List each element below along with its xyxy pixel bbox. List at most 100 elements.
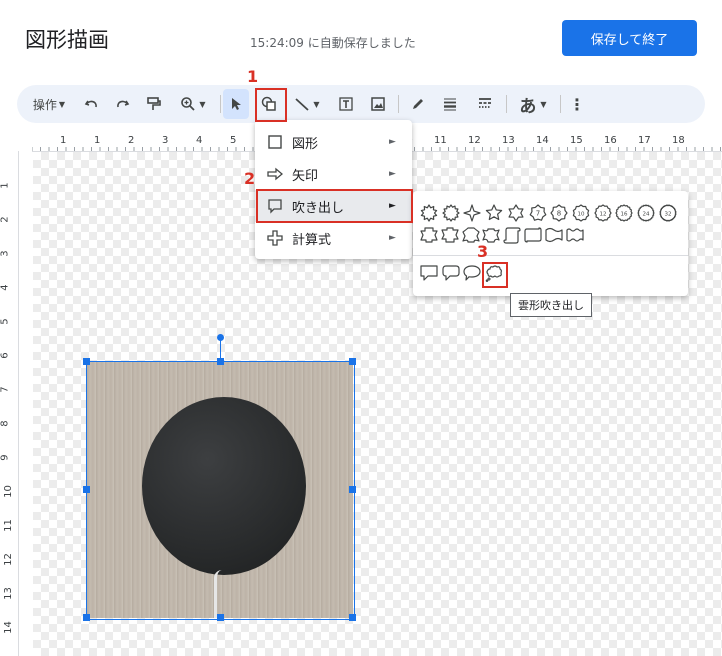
ruler-tick-label: 14 (536, 135, 549, 146)
rectangular-callout-icon[interactable] (420, 264, 438, 282)
menu-item-equation[interactable]: 計算式 ► (255, 222, 412, 254)
star-4-icon[interactable] (463, 204, 481, 222)
resize-handle-left[interactable] (83, 486, 90, 493)
ruler-tick-label: 3 (0, 250, 11, 257)
step-number-2: 2 (244, 169, 256, 188)
ruler-tick-label: 1 (0, 182, 11, 189)
arrow-icon (267, 167, 283, 181)
line-dash-icon[interactable] (472, 85, 498, 123)
oval-callout-icon[interactable] (463, 264, 481, 282)
dropdown-arrow-icon: ▼ (58, 99, 66, 109)
svg-text:8: 8 (557, 210, 561, 218)
resize-handle-right[interactable] (349, 486, 356, 493)
ruler-tick-label: 17 (638, 135, 651, 146)
resize-handle-top-left[interactable] (83, 358, 90, 365)
autosave-status: 15:24:09 に自動保存しました (250, 36, 416, 50)
ruler-tick-label: 18 (672, 135, 685, 146)
star-6-icon[interactable] (507, 204, 525, 222)
ruler-tick-label: 7 (0, 386, 11, 393)
square-icon (268, 135, 282, 149)
ruler-tick-label: 16 (604, 135, 617, 146)
star-8-icon[interactable]: 8 (550, 204, 568, 222)
divider (560, 95, 561, 113)
double-wave-icon[interactable] (565, 226, 584, 244)
ruler-tick-label: 9 (0, 454, 11, 461)
ruler-tick-label: 3 (162, 135, 169, 146)
tooltip: 雲形吹き出し (510, 293, 592, 317)
resize-handle-bottom-left[interactable] (83, 614, 90, 621)
submenu-arrow-icon: ► (389, 169, 396, 179)
ruler-tick-label: 2 (0, 216, 11, 223)
toolbar: 操作 ▼ ▼ ▼ あ ▼ ⋮ (17, 85, 705, 123)
svg-text:12: 12 (599, 212, 606, 218)
ruler-tick-label: 13 (502, 135, 515, 146)
resize-handle-bottom[interactable] (217, 614, 224, 621)
selection-box (86, 361, 355, 620)
ruler-tick-label: 15 (570, 135, 583, 146)
menu-item-arrows[interactable]: 矢印 ► (255, 158, 412, 190)
svg-text:10: 10 (577, 212, 584, 218)
text-style-label: あ (519, 96, 537, 117)
dropdown-arrow-icon: ▼ (540, 99, 547, 109)
explosion-2-icon[interactable] (442, 204, 460, 222)
explosion-1-icon[interactable] (420, 204, 438, 222)
resize-handle-bottom-right[interactable] (349, 614, 356, 621)
star-12-icon[interactable]: 12 (593, 204, 612, 222)
save-and-close-button[interactable]: 保存して終了 (562, 20, 697, 56)
ruler-tick-label: 12 (2, 553, 14, 566)
highlight-box-1 (255, 88, 287, 122)
star-10-icon[interactable]: 10 (572, 204, 590, 222)
menu-item-label: 図形 (292, 136, 319, 152)
menu-item-shapes[interactable]: 図形 ► (255, 126, 412, 158)
image-icon[interactable] (365, 85, 391, 123)
divider (413, 255, 688, 256)
ruler-tick-label: 1 (60, 135, 67, 146)
ruler-tick-label: 8 (0, 420, 11, 427)
ribbon-down-icon[interactable] (441, 226, 459, 244)
star-16-icon[interactable]: 16 (615, 204, 633, 222)
resize-handle-top-right[interactable] (349, 358, 356, 365)
star-5-icon[interactable] (485, 204, 503, 222)
undo-icon[interactable] (79, 85, 105, 123)
star-32-icon[interactable]: 32 (659, 204, 677, 222)
star-7-icon[interactable]: 7 (529, 204, 547, 222)
ruler-tick-label: 11 (2, 519, 14, 532)
ruler-tick-label: 2 (128, 135, 135, 146)
line-icon (295, 98, 310, 111)
callout-submenu: 7 8 10 12 16 24 32 (413, 191, 688, 296)
paint-format-icon[interactable] (140, 85, 166, 123)
star-24-icon[interactable]: 24 (637, 204, 655, 222)
zoom-button[interactable]: ▼ (173, 85, 213, 123)
actions-menu-button[interactable]: 操作 ▼ (27, 85, 71, 123)
textbox-icon[interactable] (333, 85, 359, 123)
wave-icon[interactable] (545, 226, 563, 244)
svg-text:32: 32 (664, 212, 671, 218)
select-icon[interactable] (223, 89, 249, 119)
line-button[interactable]: ▼ (287, 85, 327, 123)
divider (220, 95, 221, 113)
pen-icon[interactable] (405, 85, 431, 123)
more-icon[interactable]: ⋮ (567, 85, 587, 123)
resize-handle-top[interactable] (217, 358, 224, 365)
step-number-1: 1 (247, 67, 259, 86)
rotation-handle[interactable] (217, 334, 224, 341)
ruler-tick-label: 1 (94, 135, 101, 146)
line-weight-icon[interactable] (437, 85, 463, 123)
ruler-tick-label: 14 (2, 621, 14, 634)
divider (398, 95, 399, 113)
ruler-tick-label: 11 (434, 135, 447, 146)
horizontal-scroll-icon[interactable] (524, 226, 542, 244)
svg-text:16: 16 (621, 212, 628, 218)
highlight-box-3 (482, 262, 508, 288)
ruler-tick-label: 6 (0, 352, 11, 359)
ribbon-up-icon[interactable] (420, 226, 438, 244)
vertical-scroll-icon[interactable] (503, 226, 521, 244)
menu-item-label: 矢印 (292, 168, 319, 184)
rounded-callout-icon[interactable] (441, 264, 460, 282)
submenu-arrow-icon: ► (389, 233, 396, 243)
dialog-title: 図形描画 (25, 28, 109, 52)
plus-icon (267, 230, 283, 246)
text-style-button[interactable]: あ ▼ (513, 85, 553, 123)
redo-icon[interactable] (109, 85, 135, 123)
dropdown-arrow-icon: ▼ (199, 99, 206, 109)
